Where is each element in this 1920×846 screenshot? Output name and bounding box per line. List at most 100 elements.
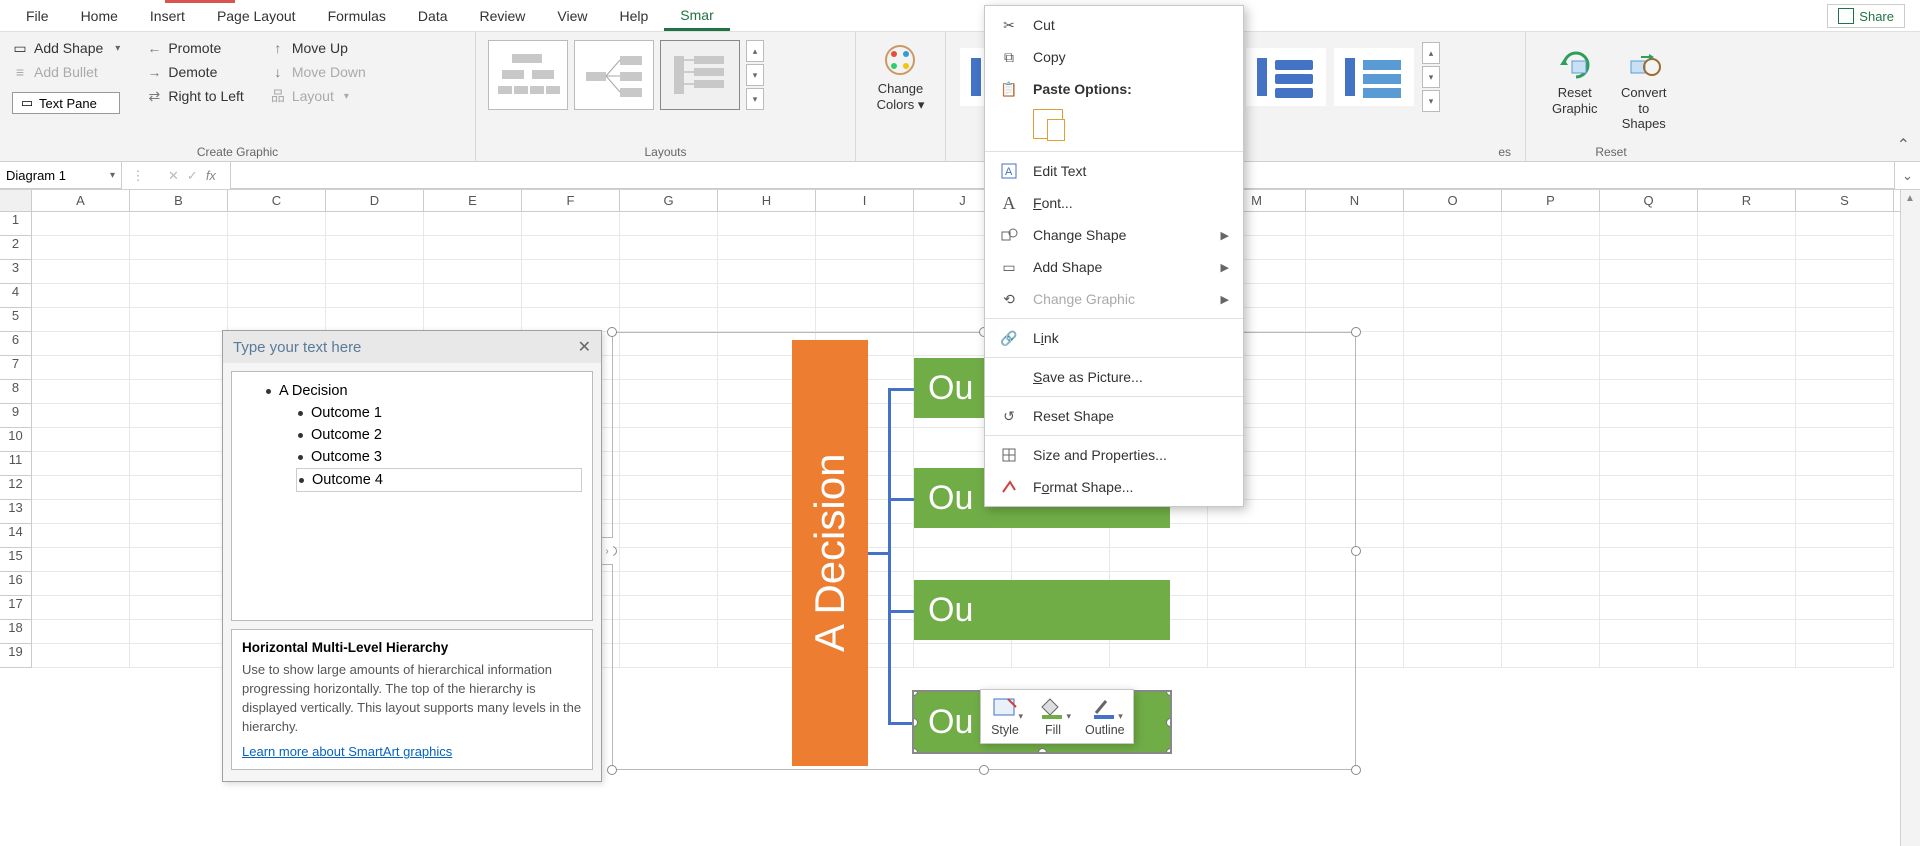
cell[interactable] [1600,428,1698,452]
cell[interactable] [130,524,228,548]
cell[interactable] [1502,260,1600,284]
column-header[interactable]: G [620,190,718,211]
column-header[interactable]: P [1502,190,1600,211]
cell[interactable] [816,236,914,260]
layout-thumb-3[interactable] [660,40,740,110]
cell[interactable] [32,428,130,452]
cell[interactable] [1698,236,1796,260]
cell[interactable] [32,620,130,644]
cell[interactable] [130,572,228,596]
cell[interactable] [1698,380,1796,404]
convert-to-shapes-button[interactable]: Convertto Shapes [1608,40,1680,138]
cell[interactable] [1698,524,1796,548]
cell[interactable] [620,260,718,284]
cell[interactable] [32,572,130,596]
select-all-corner[interactable] [0,190,32,211]
reset-graphic-button[interactable]: ResetGraphic [1542,40,1608,138]
column-header[interactable]: B [130,190,228,211]
cell[interactable] [1796,260,1894,284]
cell[interactable] [1796,620,1894,644]
cell[interactable] [1404,236,1502,260]
cell[interactable] [1796,284,1894,308]
cell[interactable] [130,620,228,644]
cell[interactable] [1698,548,1796,572]
row-header[interactable]: 1 [0,212,32,236]
cell[interactable] [228,284,326,308]
row-header[interactable]: 16 [0,572,32,596]
column-header[interactable]: O [1404,190,1502,211]
row-header[interactable]: 12 [0,476,32,500]
text-pane-item-3[interactable]: Outcome 3 [242,446,582,468]
cell[interactable] [1502,356,1600,380]
text-pane-item-4[interactable]: Outcome 4 [296,468,582,492]
cell[interactable] [1600,284,1698,308]
resize-handle-b[interactable] [979,765,989,775]
cell[interactable] [424,236,522,260]
resize-handle-br[interactable] [1351,765,1361,775]
cell[interactable] [1796,428,1894,452]
column-header[interactable]: Q [1600,190,1698,211]
cell[interactable] [1600,380,1698,404]
cell[interactable] [1796,572,1894,596]
cell[interactable] [1698,212,1796,236]
cell[interactable] [1698,356,1796,380]
cell[interactable] [1796,500,1894,524]
tab-help[interactable]: Help [604,2,665,30]
shape-handle[interactable] [914,718,918,727]
cell[interactable] [326,284,424,308]
cell[interactable] [1502,572,1600,596]
cell[interactable] [1404,356,1502,380]
cell[interactable] [32,212,130,236]
cell[interactable] [1698,596,1796,620]
cell[interactable] [424,308,522,332]
styles-scroll-down[interactable]: ▾ [1422,66,1440,88]
row-header[interactable]: 17 [0,596,32,620]
cell[interactable] [1502,212,1600,236]
row-header[interactable]: 10 [0,428,32,452]
cell[interactable] [1404,620,1502,644]
cell[interactable] [620,308,718,332]
cell[interactable] [130,596,228,620]
shape-handle[interactable] [1038,748,1047,752]
cell[interactable] [1600,308,1698,332]
cell[interactable] [1698,404,1796,428]
cell[interactable] [1698,500,1796,524]
cancel-formula-icon[interactable]: ✕ [168,168,179,184]
layout-thumb-1[interactable] [488,40,568,110]
cell[interactable] [1404,332,1502,356]
cell[interactable] [130,404,228,428]
column-header[interactable]: D [326,190,424,211]
cell[interactable] [1698,284,1796,308]
row-header[interactable]: 2 [0,236,32,260]
cell[interactable] [1404,284,1502,308]
layout-scroll-more[interactable]: ▾ [746,88,764,110]
cell[interactable] [1502,284,1600,308]
cell[interactable] [1600,596,1698,620]
cell[interactable] [1796,356,1894,380]
cell[interactable] [1698,260,1796,284]
resize-handle-tl[interactable] [607,327,617,337]
column-header[interactable]: H [718,190,816,211]
cell[interactable] [32,260,130,284]
cell[interactable] [1404,308,1502,332]
cell[interactable] [32,476,130,500]
cell[interactable] [1698,332,1796,356]
column-header[interactable]: S [1796,190,1894,211]
cm-format-shape[interactable]: Format Shape... [985,471,1243,503]
cell[interactable] [1796,644,1894,668]
cell[interactable] [130,236,228,260]
cell[interactable] [1600,260,1698,284]
change-colors-button[interactable]: ChangeColors ▾ [867,36,935,118]
cell[interactable] [32,308,130,332]
cell[interactable] [522,308,620,332]
cell[interactable] [424,284,522,308]
cell[interactable] [1502,428,1600,452]
cell[interactable] [1404,596,1502,620]
cell[interactable] [228,212,326,236]
column-header[interactable]: N [1306,190,1404,211]
cell[interactable] [130,476,228,500]
row-header[interactable]: 13 [0,500,32,524]
cell[interactable] [718,308,816,332]
cell[interactable] [1698,476,1796,500]
layout-scroll-up[interactable]: ▴ [746,40,764,62]
